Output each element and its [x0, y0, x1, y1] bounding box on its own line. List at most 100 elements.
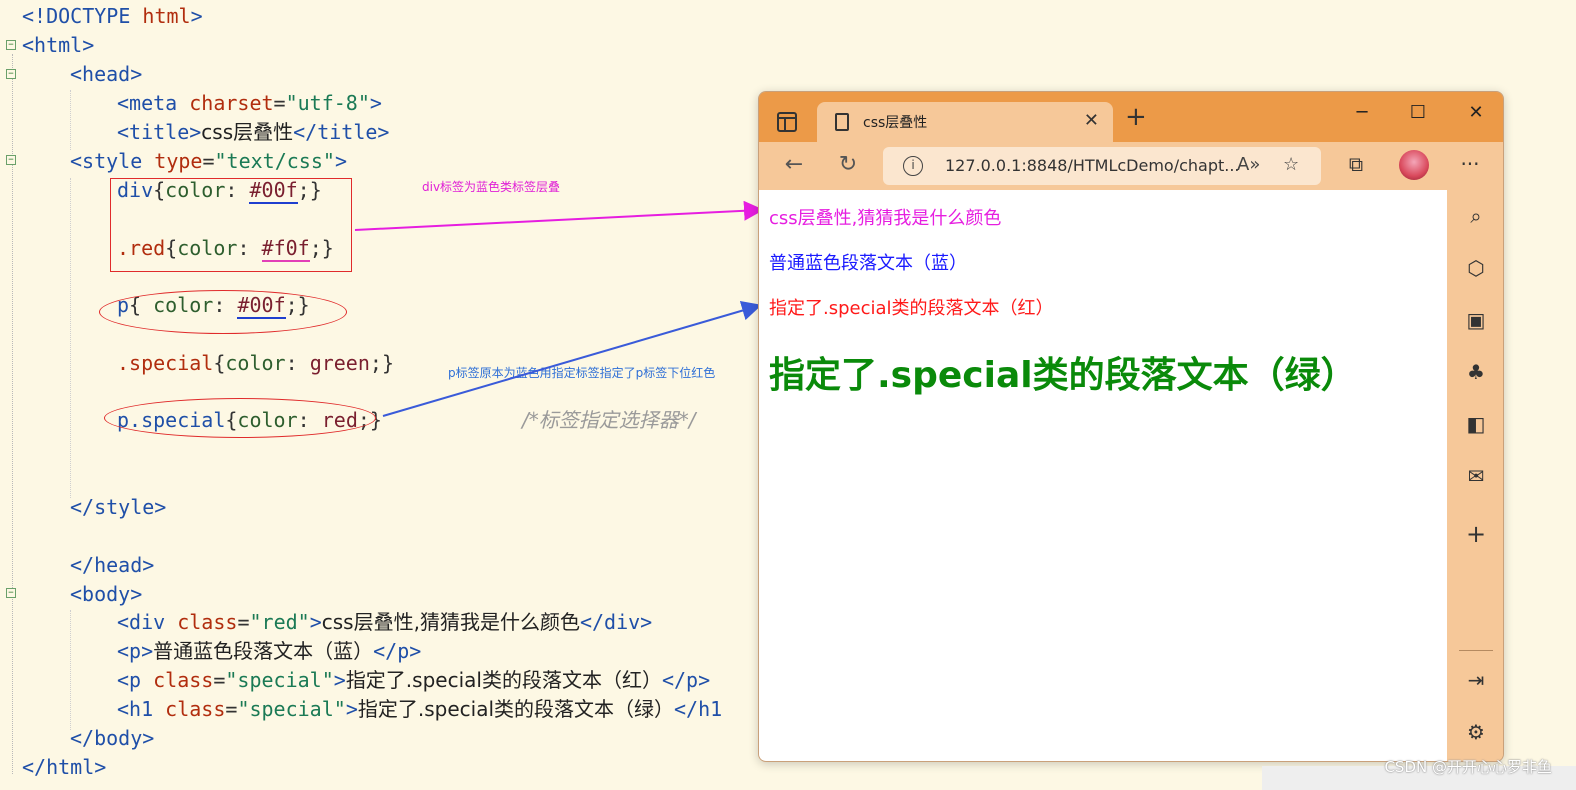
code-line-meta: <meta charset="utf-8"> [117, 89, 382, 118]
tools-icon[interactable]: ▣ [1461, 308, 1491, 332]
code-line-head-open: <head> [70, 60, 142, 89]
indent-guide [70, 178, 71, 498]
collections-icon[interactable]: ⧉ [1341, 152, 1371, 176]
code-token: type [154, 149, 203, 173]
code-token: = [237, 610, 250, 634]
code-token: </title> [293, 120, 390, 144]
tab-title: css层叠性 [863, 115, 928, 131]
code-token: </p> [661, 668, 711, 692]
avatar[interactable] [1399, 150, 1429, 180]
code-token: "text/css" [214, 149, 335, 173]
code-token: class [177, 610, 238, 634]
code-line-body-div: <div class="red">css层叠性,猜猜我是什么颜色</div> [117, 608, 652, 637]
code-token: css层叠性 [201, 120, 294, 144]
code-token: ;} [369, 351, 394, 375]
shopping-tag-icon[interactable]: ⬡ [1461, 256, 1491, 280]
code-line-body-open: <body> [70, 580, 142, 609]
tab-close-icon[interactable]: ✕ [1084, 110, 1099, 131]
code-line-head-close: </head> [70, 551, 154, 580]
fold-toggle-head[interactable]: − [6, 69, 16, 79]
code-token: </div> [579, 610, 653, 634]
address-bar[interactable]: i 127.0.0.1:8848/HTMLcDemo/chapt... A» ☆ [883, 147, 1321, 185]
read-aloud-icon[interactable]: A» [1237, 154, 1260, 175]
code-token: = [273, 91, 286, 115]
fold-toggle-body[interactable]: − [6, 588, 16, 598]
rendered-div: css层叠性,猜猜我是什么颜色 [769, 208, 1002, 229]
code-token: color [225, 351, 286, 375]
site-info-icon[interactable]: i [903, 156, 923, 176]
indent-guide [70, 610, 71, 730]
page-viewport[interactable]: css层叠性,猜猜我是什么颜色 普通蓝色段落文本（蓝） 指定了.special类… [759, 190, 1447, 761]
code-token: > [345, 697, 358, 721]
annotation-ellipse [99, 290, 347, 334]
code-line-rule-special: .special{color: green;} [117, 349, 394, 378]
outlook-icon[interactable]: ✉ [1461, 464, 1491, 488]
back-icon[interactable]: ← [779, 152, 809, 177]
tab-actions-icon[interactable] [777, 112, 797, 132]
code-token: <h1 [117, 697, 166, 721]
search-icon[interactable]: ⌕ [1461, 204, 1491, 228]
code-line-doctype: <!DOCTYPE html> [22, 2, 203, 31]
code-token: </head> [70, 553, 155, 577]
rendered-h1: 指定了.special类的段落文本（绿） [769, 355, 1357, 396]
code-token: <!DOCTYPE [22, 4, 143, 28]
code-token: > [309, 610, 322, 634]
code-token: > [369, 91, 382, 115]
code-token: "utf-8" [285, 91, 370, 115]
rendered-p2: 指定了.special类的段落文本（红） [769, 298, 1054, 319]
fold-toggle-html[interactable]: − [6, 40, 16, 50]
browser-tab[interactable]: css层叠性 ✕ [817, 102, 1113, 142]
code-token: css层叠性,猜猜我是什么颜色 [321, 610, 580, 634]
favorite-icon[interactable]: ☆ [1283, 154, 1299, 175]
annotation-note-div: div标签为蓝色类标签层叠 [422, 180, 561, 194]
code-token: "special" [225, 668, 334, 692]
code-token: charset [189, 91, 274, 115]
code-token: > [334, 149, 347, 173]
rendered-p1: 普通蓝色段落文本（蓝） [769, 253, 967, 274]
browser-toolbar: ← ↻ i 127.0.0.1:8848/HTMLcDemo/chapt... … [759, 142, 1503, 190]
code-token: 指定了.special类的段落文本（红） [345, 668, 662, 692]
add-icon[interactable]: + [1461, 520, 1491, 548]
url-text: 127.0.0.1:8848/HTMLcDemo/chapt... [945, 156, 1240, 175]
refresh-icon[interactable]: ↻ [833, 152, 863, 177]
page-icon [835, 113, 849, 131]
code-line-html-open: <html> [22, 31, 94, 60]
code-token: "special" [237, 697, 346, 721]
code-token: { [213, 351, 226, 375]
settings-icon[interactable]: ⚙ [1461, 720, 1491, 744]
code-token: "red" [249, 610, 310, 634]
code-line-style-open: <style type="text/css"> [70, 147, 347, 176]
code-token: class [153, 668, 214, 692]
new-tab-icon[interactable]: + [1125, 104, 1147, 130]
annotation-box [110, 178, 352, 272]
close-window-icon[interactable]: ✕ [1461, 102, 1491, 123]
code-token: <title> [117, 120, 202, 144]
maximize-icon[interactable]: ☐ [1403, 102, 1433, 123]
code-token: class [165, 697, 226, 721]
code-token: <p> [117, 639, 154, 663]
minimize-icon[interactable]: ─ [1347, 102, 1377, 123]
code-token: <body> [70, 582, 143, 606]
code-token: </h1 [674, 697, 723, 721]
more-icon[interactable]: ··· [1455, 152, 1485, 176]
code-comment: /*标签指定选择器*/ [522, 408, 696, 432]
annotation-ellipse [104, 398, 376, 438]
browser-window[interactable]: css层叠性 ✕ + ─ ☐ ✕ ← ↻ i 127.0.0.1:8848/HT… [758, 91, 1504, 762]
code-editor[interactable]: − − − − <!DOCTYPE html> <html> <head> <m… [0, 0, 760, 790]
code-token: : [285, 351, 310, 375]
hide-sidebar-icon[interactable]: ⇥ [1461, 668, 1491, 692]
code-token: = [213, 668, 226, 692]
code-line-body-h1: <h1 class="special">指定了.special类的段落文本（绿）… [117, 695, 760, 724]
code-token: <html> [22, 33, 95, 57]
annotation-note-p: p标签原本为蓝色用指定标签指定了p标签下位红色 [448, 366, 716, 380]
fold-toggle-style[interactable]: − [6, 155, 16, 165]
code-token: <meta [117, 91, 190, 115]
browser-titlebar: css层叠性 ✕ + ─ ☐ ✕ [759, 92, 1503, 142]
code-token: = [225, 697, 238, 721]
code-token: <head> [70, 62, 143, 86]
code-token: 普通蓝色段落文本（蓝） [153, 639, 374, 663]
games-icon[interactable]: ♣ [1461, 360, 1491, 384]
office-icon[interactable]: ◧ [1461, 412, 1491, 436]
indent-guide [70, 90, 71, 150]
code-token: </html> [22, 755, 107, 779]
